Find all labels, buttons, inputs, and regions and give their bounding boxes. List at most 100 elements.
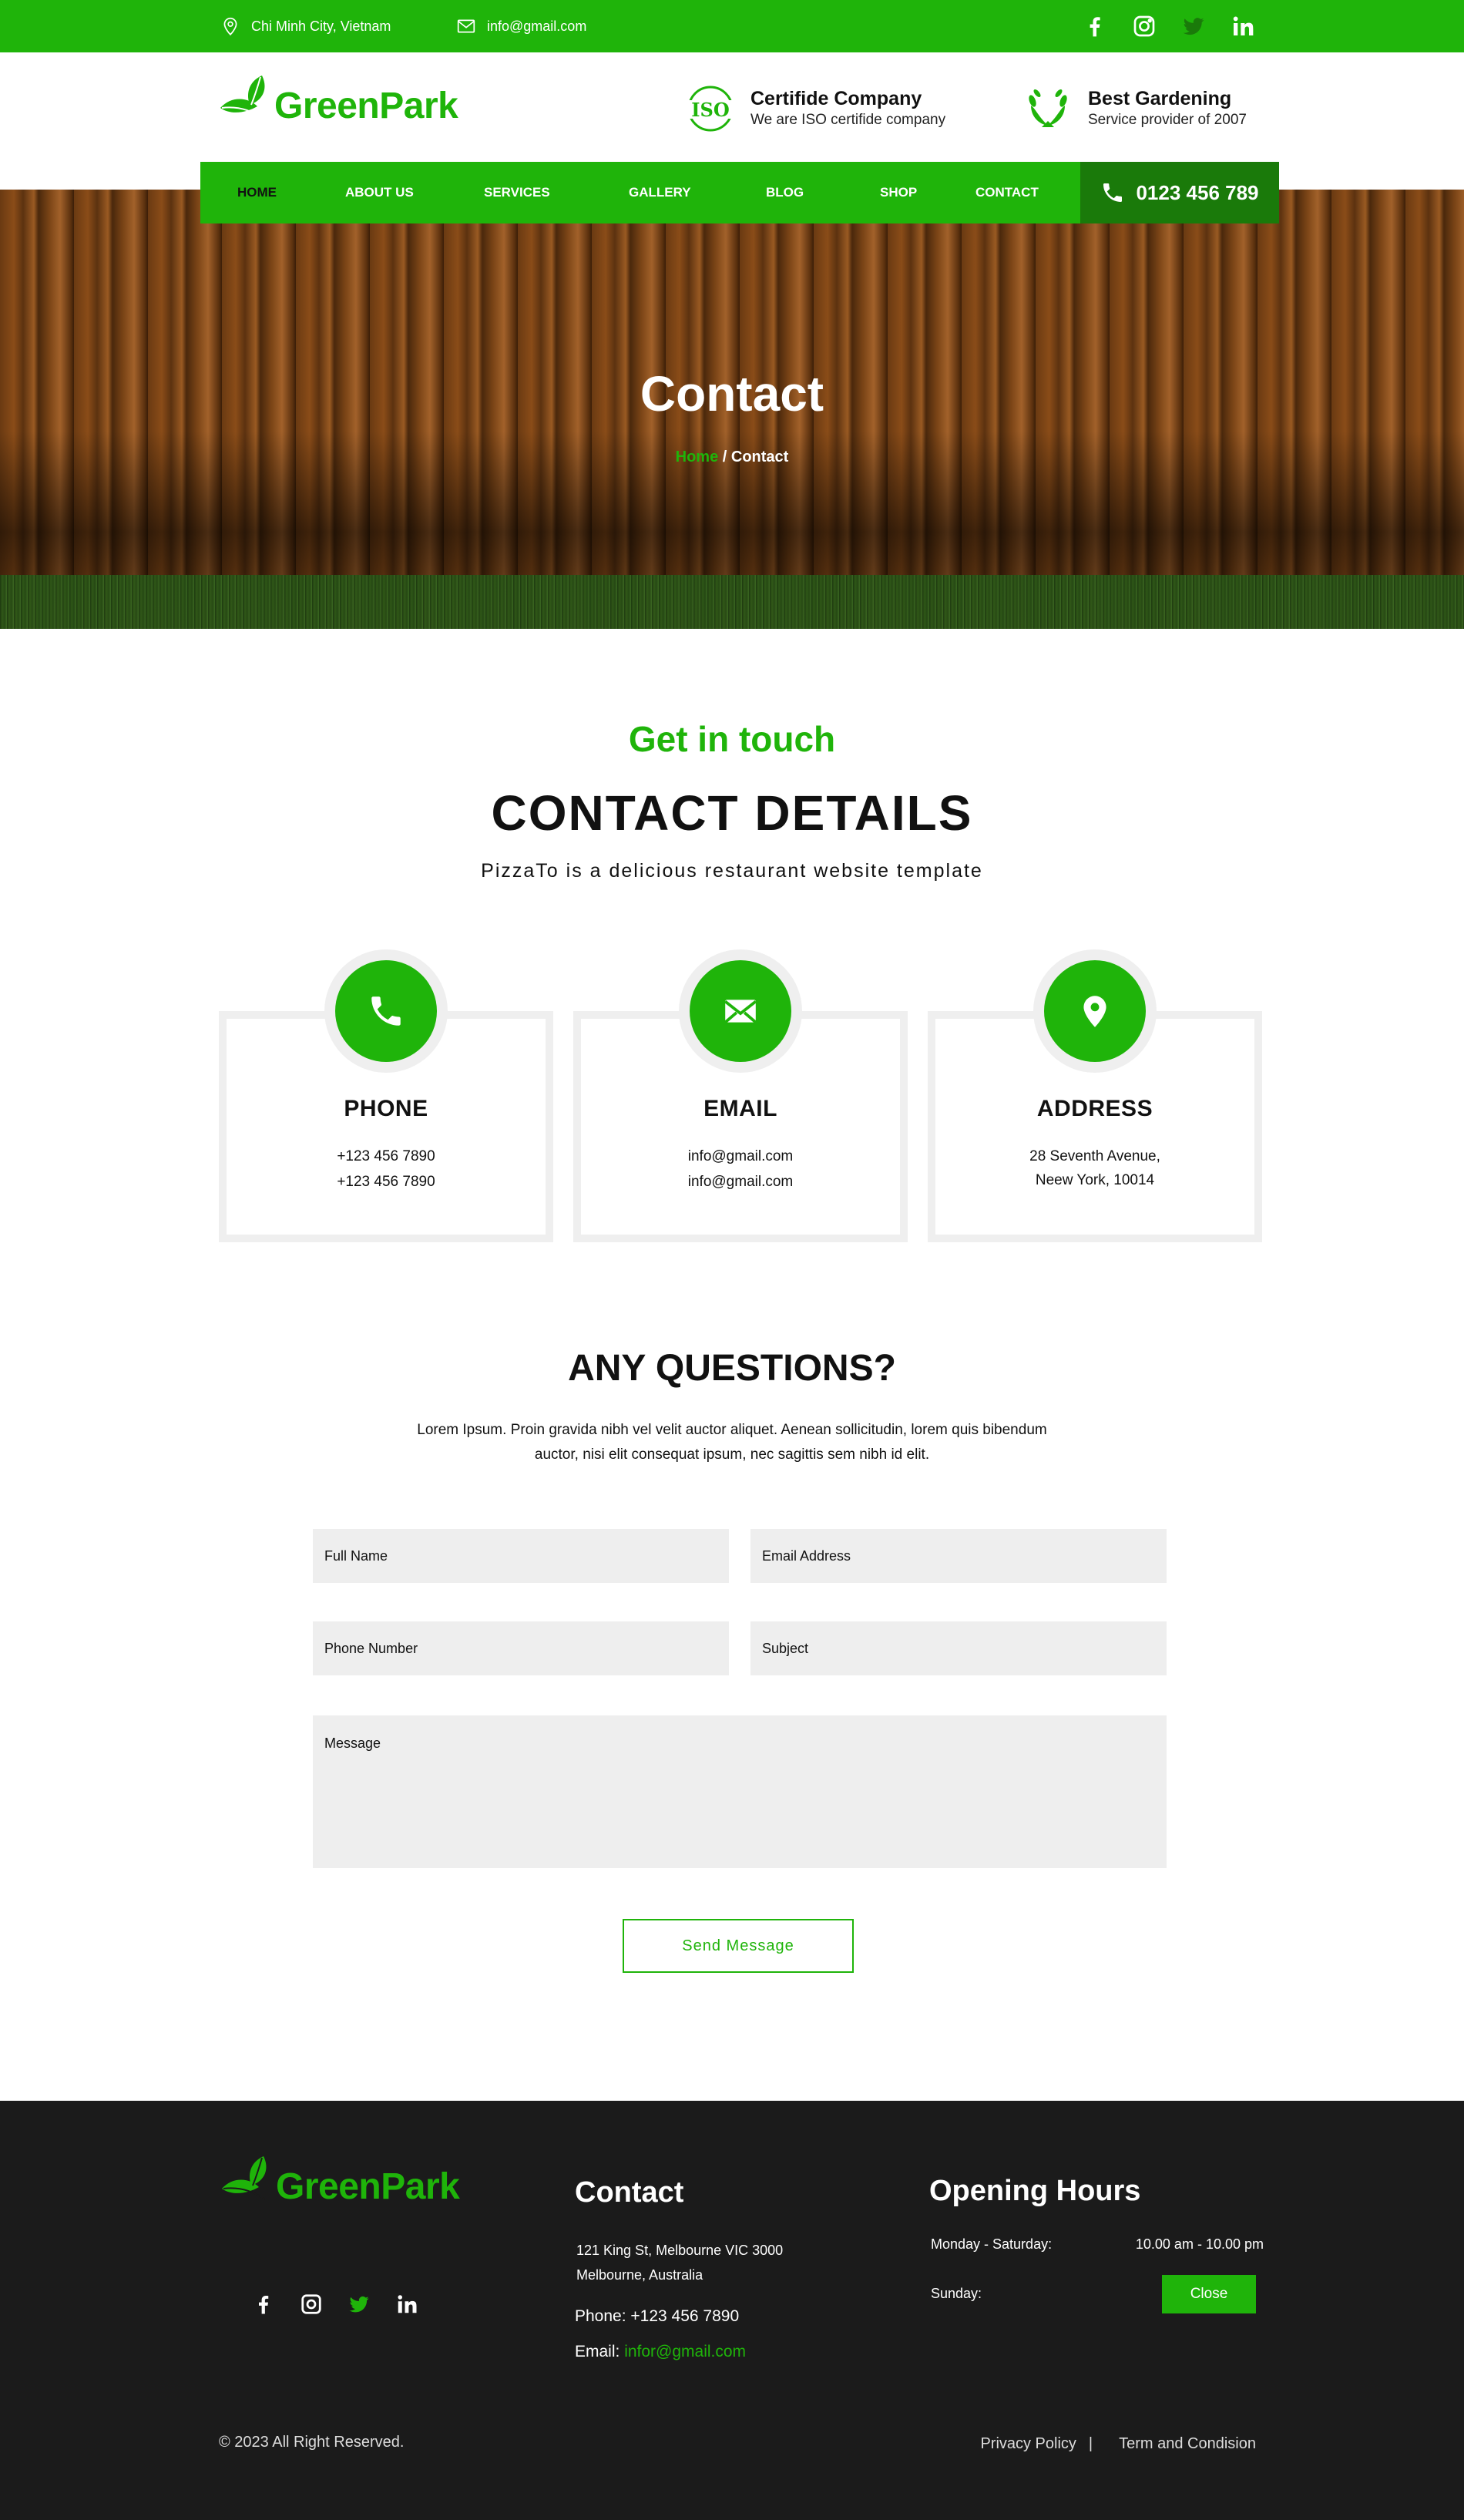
email-text[interactable]: info@gmail.com [487, 18, 586, 35]
card-line: +123 456 7890 [337, 1148, 435, 1164]
call-button[interactable]: 0123 456 789 [1080, 162, 1279, 223]
iso-icon: ISO [681, 83, 740, 134]
card-icon-circle [690, 960, 791, 1062]
card-title: ADDRESS [1036, 1096, 1153, 1121]
footer-social-links [251, 2292, 419, 2317]
footer-address-line1: 121 King St, Melbourne VIC 3000 [576, 2243, 784, 2258]
map-pin-icon [223, 17, 237, 36]
badge-subtitle: Service provider of 2007 [1088, 111, 1247, 128]
badge-title: Certifide Company [750, 87, 922, 109]
linkedin-icon[interactable] [395, 2292, 419, 2317]
email-info[interactable]: info@gmail.com [456, 0, 586, 52]
link-separator: | [1088, 2435, 1093, 2452]
nav-item-home[interactable]: HOME [237, 162, 277, 223]
logo-text-park: Park [381, 2166, 460, 2207]
phone-icon [1103, 183, 1123, 202]
sunday-status-badge: Close [1162, 2275, 1256, 2313]
privacy-policy-link[interactable]: Privacy Policy [980, 2435, 1076, 2453]
topbar-social-links [1082, 0, 1256, 52]
linkedin-icon[interactable] [1230, 13, 1256, 39]
section-subtitle: Get in touch [628, 719, 836, 759]
footer-phone: Phone: +123 456 7890 [575, 2307, 740, 2325]
card-line: info@gmail.com [687, 1148, 794, 1164]
terms-link[interactable]: Term and Condision [1119, 2435, 1256, 2453]
card-title: EMAIL [703, 1096, 777, 1121]
card-line: info@gmail.com [687, 1174, 794, 1190]
full-name-field[interactable]: Full Name [313, 1529, 729, 1583]
laurel-icon [1019, 83, 1077, 134]
card-line: +123 456 7890 [337, 1174, 435, 1190]
nav-item-blog[interactable]: BLOG [766, 162, 804, 223]
hours-value: 10.00 am - 10.00 pm [1135, 2236, 1264, 2252]
instagram-icon[interactable] [1131, 13, 1157, 39]
location-info: Chi Minh City, Vietnam [220, 0, 391, 52]
twitter-icon[interactable] [347, 2292, 371, 2317]
call-number: 0123 456 789 [1136, 180, 1259, 204]
email-field[interactable]: Email Address [750, 1529, 1167, 1583]
copyright-text: © 2023 All Right Reserved. [219, 2434, 405, 2451]
hours-row-weekday: Monday - Saturday: 10.00 am - 10.00 pm [931, 2236, 1264, 2253]
map-pin-icon [1083, 996, 1106, 1027]
breadcrumb-separator: / [718, 449, 731, 465]
card-line: 28 Seventh Avenue, [1029, 1148, 1160, 1164]
footer-email-link[interactable]: infor@gmail.com [624, 2343, 746, 2360]
site-footer: GreenPark Contact 121 King St, Melbourne… [0, 2101, 1464, 2520]
logo-wordmark: GreenPark [276, 2166, 460, 2207]
section-description: PizzaTo is a delicious restaurant websit… [481, 860, 983, 882]
nav-item-shop[interactable]: SHOP [880, 162, 917, 223]
card-icon-wrap [324, 949, 448, 1073]
breadcrumb-current: Contact [730, 449, 789, 465]
questions-title: ANY QUESTIONS? [568, 1348, 896, 1389]
subject-field[interactable]: Subject [750, 1621, 1167, 1675]
logo-text-green: Green [274, 86, 380, 126]
nav-item-about[interactable]: ABOUT US [345, 162, 414, 223]
footer-logo[interactable]: GreenPark [219, 2155, 460, 2207]
facebook-icon[interactable] [1082, 13, 1108, 39]
page-hero: Contact Home / Contact [0, 190, 1464, 629]
certified-badge: ISO Certifide Company We are ISO certifi… [681, 83, 945, 134]
phone-icon [371, 996, 401, 1026]
location-text: Chi Minh City, Vietnam [251, 18, 391, 34]
hero-title: Contact [640, 366, 824, 422]
card-icon-wrap [1033, 949, 1157, 1073]
instagram-icon[interactable] [299, 2292, 324, 2317]
footer-contact-heading: Contact [575, 2176, 684, 2209]
footer-hours-heading: Opening Hours [929, 2175, 1141, 2207]
logo-text-green: Green [276, 2166, 381, 2207]
card-icon-circle [1044, 960, 1146, 1062]
leaf-logo-icon [222, 2156, 267, 2200]
send-message-button[interactable]: Send Message [623, 1919, 854, 1973]
phone-field[interactable]: Phone Number [313, 1621, 729, 1675]
footer-email-label: Email: [575, 2343, 625, 2360]
message-field[interactable]: Message [313, 1715, 1167, 1868]
nav-item-gallery[interactable]: GALLERY [629, 162, 691, 223]
leaf-logo-icon [220, 76, 265, 119]
envelope-icon [457, 19, 475, 33]
facebook-icon[interactable] [251, 2292, 276, 2317]
card-title: PHONE [344, 1096, 428, 1121]
card-icon-circle [335, 960, 437, 1062]
footer-email: Email: infor@gmail.com [575, 2343, 746, 2361]
card-line: Neew York, 10014 [1035, 1172, 1155, 1188]
envelope-icon [724, 1000, 757, 1024]
footer-address-line2: Melbourne, Australia [576, 2267, 703, 2283]
svg-text:ISO: ISO [691, 99, 729, 121]
questions-description: Lorem Ipsum. Proin gravida nibh vel veli… [417, 1422, 1047, 1463]
hours-label: Monday - Saturday: [931, 2236, 1053, 2252]
section-title: CONTACT DETAILS [491, 785, 973, 841]
logo-wordmark: GreenPark [274, 88, 458, 126]
breadcrumb-home-link[interactable]: Home [676, 449, 719, 465]
badge-subtitle: We are ISO certifide company [750, 111, 946, 128]
breadcrumb: Home / Contact [0, 449, 1464, 466]
card-icon-wrap [679, 949, 802, 1073]
hero-grass [0, 575, 1464, 629]
brand-logo[interactable]: GreenPark [217, 74, 458, 126]
nav-item-services[interactable]: SERVICES [484, 162, 550, 223]
twitter-icon[interactable] [1180, 13, 1207, 39]
badge-title: Best Gardening [1088, 87, 1232, 109]
footer-legal-links: Privacy Policy | Term and Condision [980, 2435, 1256, 2453]
nav-item-contact[interactable]: CONTACT [975, 162, 1039, 223]
logo-text-park: Park [379, 86, 458, 126]
hours-label: Sunday: [931, 2286, 982, 2301]
award-badge: Best Gardening Service provider of 2007 [1019, 83, 1247, 134]
